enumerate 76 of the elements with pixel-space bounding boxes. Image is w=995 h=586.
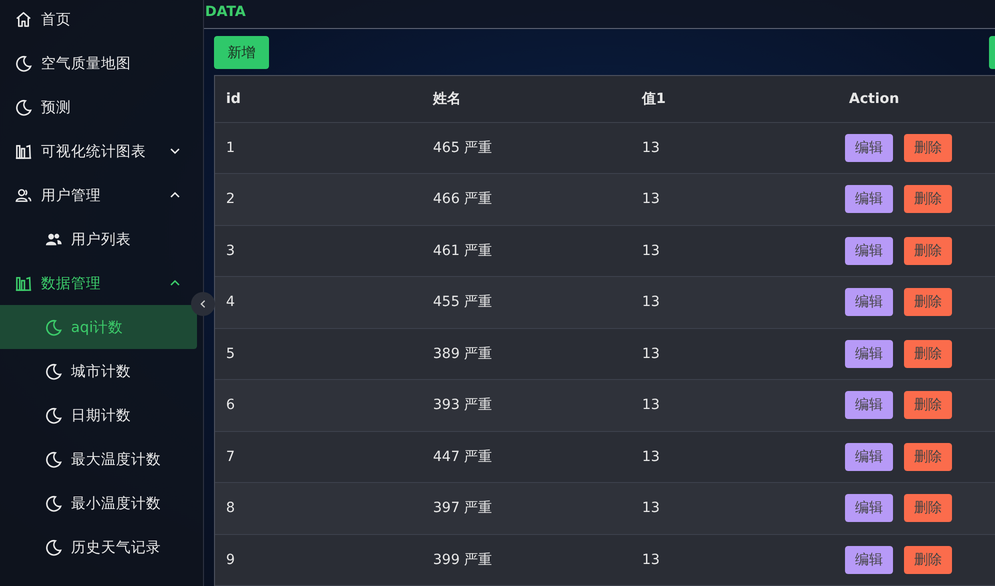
table-cell-text: 447 严重 [432,448,494,466]
table-cell-text: 399 严重 [432,550,494,569]
home-icon [14,10,33,28]
column-header: 值1 [640,90,667,108]
table-cell-text: 13 [641,191,661,208]
moon-icon [14,54,33,72]
menu-item[interactable]: 空气质量地图 [0,41,197,85]
delete-button[interactable]: 删除 [904,494,952,522]
delete-button[interactable]: 删除 [904,185,952,214]
table-cell-text: 2 [225,191,236,208]
delete-button[interactable]: 删除 [904,340,952,368]
table-cell-text: 393 严重 [432,396,494,414]
add-button[interactable]: 新增 [214,36,269,70]
moon-icon [44,494,63,512]
edit-button[interactable]: 编辑 [845,494,893,522]
edit-button[interactable]: 编辑 [845,546,893,574]
table-cell-text: 389 严重 [432,344,494,363]
menu-item[interactable]: aqi计数 [0,305,197,349]
edit-button[interactable]: 编辑 [845,442,893,471]
menu-item[interactable]: 用户管理 [0,173,197,217]
moon-icon [44,450,63,468]
edit-button[interactable]: 编辑 [845,391,893,420]
moon-icon [44,538,63,556]
menu-item[interactable]: 最大温度计数 [0,437,197,481]
table-cell-text: 6 [225,397,236,414]
table-cell-text: 3 [225,242,236,259]
table-cell-text: 9 [225,552,236,568]
table-cell-text: 13 [641,448,661,465]
table-cell-text: 465 严重 [432,138,494,157]
delete-button[interactable]: 删除 [904,442,952,471]
edit-button[interactable]: 编辑 [845,340,893,368]
moon-icon [44,362,63,380]
collapse-button[interactable] [191,292,215,316]
table-cell-text: 1 [225,140,236,156]
table-cell-text: 13 [641,397,661,414]
page-title: DATA [205,4,246,20]
delete-button[interactable]: 删除 [904,288,952,316]
delete-button[interactable]: 删除 [904,134,952,162]
menu-item[interactable]: 历史天气记录 [0,525,197,569]
menu-item[interactable]: 首页 [0,0,197,41]
edit-button[interactable]: 编辑 [845,236,893,265]
column-header: Action [848,90,900,106]
table-cell-text: 13 [641,552,661,568]
menu-item[interactable]: 城市计数 [0,349,197,393]
table-cell-text: 13 [641,140,661,156]
menu-item[interactable]: 可视化统计图表 [0,129,197,173]
table-cell-text: 13 [641,294,661,310]
column-header: id [225,90,242,106]
edit-button[interactable]: 编辑 [845,288,893,316]
table-cell-text: 455 严重 [432,293,494,312]
table-cell-text: 5 [225,346,236,362]
edit-button[interactable]: 编辑 [845,185,893,214]
chevron-left-icon [198,299,208,309]
table-cell-text: 8 [225,500,236,516]
menu-item[interactable]: 最小温度计数 [0,481,197,525]
table-cell-text: 461 严重 [432,242,494,260]
column-header: 姓名 [432,90,462,108]
table-cell-text: 13 [641,242,661,259]
table-cell-text: 13 [641,500,661,516]
delete-button[interactable]: 删除 [904,546,952,574]
moon-icon [44,318,63,336]
table-cell-text: 13 [641,346,661,362]
table-cell-text: 4 [225,294,236,310]
table-cell-text: 397 严重 [432,499,494,518]
moon-icon [14,98,33,116]
delete-button[interactable]: 删除 [904,236,952,265]
table-cell-text: 466 严重 [432,190,494,208]
edit-button[interactable]: 编辑 [845,134,893,162]
delete-button[interactable]: 删除 [904,391,952,420]
menu-item[interactable]: 日期计数 [0,393,197,437]
moon-icon [44,406,63,424]
menu-item[interactable]: 数据管理 [0,261,197,305]
menu-item[interactable]: 预测 [0,85,197,129]
table-cell-text: 7 [225,448,236,465]
cut-off-button[interactable] [989,36,995,70]
menu-item[interactable]: 用户列表 [0,217,197,261]
